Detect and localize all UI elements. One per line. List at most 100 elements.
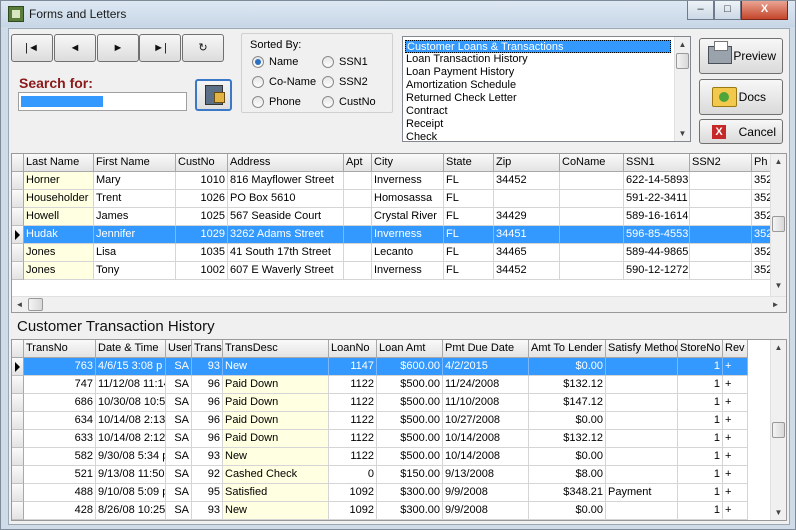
- sort-option-phone[interactable]: Phone: [252, 96, 301, 108]
- table-cell[interactable]: Paid Down: [223, 430, 329, 448]
- scroll-up-icon[interactable]: ▲: [675, 37, 690, 52]
- table-cell[interactable]: 1025: [176, 208, 228, 226]
- history-vscroll[interactable]: ▲ ▼: [770, 340, 786, 520]
- table-cell[interactable]: $0.00: [529, 412, 606, 430]
- table-cell[interactable]: $8.00: [529, 466, 606, 484]
- table-cell[interactable]: 10/14/08 2:12 p: [96, 430, 166, 448]
- table-cell[interactable]: 34465: [494, 244, 560, 262]
- table-cell[interactable]: Paid Down: [223, 376, 329, 394]
- table-cell[interactable]: $0.00: [529, 502, 606, 520]
- table-cell[interactable]: Mary: [94, 172, 176, 190]
- table-cell[interactable]: 9/13/2008: [443, 466, 529, 484]
- table-cell[interactable]: 1: [678, 502, 723, 520]
- table-cell[interactable]: 95: [192, 484, 223, 502]
- find-button[interactable]: [195, 79, 232, 111]
- forms-list-item[interactable]: Returned Check Letter: [406, 92, 517, 105]
- customers-hscroll[interactable]: ◄ ►: [12, 296, 786, 312]
- table-cell[interactable]: Tony: [94, 262, 176, 280]
- table-cell[interactable]: 1010: [176, 172, 228, 190]
- table-cell[interactable]: [690, 262, 752, 280]
- table-cell[interactable]: SA: [166, 376, 192, 394]
- table-cell[interactable]: Paid Down: [223, 412, 329, 430]
- column-header[interactable]: CustNo: [176, 154, 228, 172]
- table-cell[interactable]: New: [223, 502, 329, 520]
- table-cell[interactable]: Payment: [606, 484, 678, 502]
- table-cell[interactable]: [560, 244, 624, 262]
- table-cell[interactable]: 1092: [329, 502, 377, 520]
- table-cell[interactable]: Horner: [24, 172, 94, 190]
- table-cell[interactable]: [690, 172, 752, 190]
- table-cell[interactable]: 11/10/2008: [443, 394, 529, 412]
- column-header[interactable]: State: [444, 154, 494, 172]
- scroll-up-icon[interactable]: ▲: [771, 154, 786, 169]
- table-cell[interactable]: $150.00: [377, 466, 443, 484]
- table-cell[interactable]: Cashed Check: [223, 466, 329, 484]
- table-cell[interactable]: Inverness: [372, 172, 444, 190]
- forms-list-item[interactable]: Customer Loans & Transactions: [405, 40, 671, 53]
- row-indicator[interactable]: [12, 502, 24, 520]
- table-cell[interactable]: FL: [444, 262, 494, 280]
- column-header[interactable]: Satisfy Method: [606, 340, 678, 358]
- table-cell[interactable]: 1: [678, 430, 723, 448]
- forms-list-item[interactable]: Loan Transaction History: [406, 53, 528, 66]
- row-indicator[interactable]: [12, 430, 24, 448]
- column-header[interactable]: Apt: [344, 154, 372, 172]
- row-indicator[interactable]: [12, 208, 24, 226]
- scroll-down-icon[interactable]: ▼: [675, 126, 690, 141]
- column-header[interactable]: First Name: [94, 154, 176, 172]
- table-cell[interactable]: [606, 430, 678, 448]
- table-cell[interactable]: +: [723, 376, 748, 394]
- table-cell[interactable]: Jennifer: [94, 226, 176, 244]
- table-cell[interactable]: 1122: [329, 448, 377, 466]
- table-cell[interactable]: $147.12: [529, 394, 606, 412]
- forms-list-item[interactable]: Loan Payment History: [406, 66, 514, 79]
- table-cell[interactable]: 96: [192, 412, 223, 430]
- table-cell[interactable]: 590-12-1272: [624, 262, 690, 280]
- sort-option-ssn2[interactable]: SSN2: [322, 76, 368, 88]
- table-cell[interactable]: 9/10/08 5:09 p: [96, 484, 166, 502]
- column-header[interactable]: City: [372, 154, 444, 172]
- table-cell[interactable]: Homosassa: [372, 190, 444, 208]
- search-input[interactable]: [18, 92, 187, 111]
- forms-list-scrollbar[interactable]: ▲ ▼: [674, 37, 690, 141]
- table-cell[interactable]: 4/6/15 3:08 p: [96, 358, 166, 376]
- table-cell[interactable]: [606, 448, 678, 466]
- table-cell[interactable]: $300.00: [377, 484, 443, 502]
- row-indicator[interactable]: [12, 448, 24, 466]
- table-cell[interactable]: SA: [166, 430, 192, 448]
- maximize-button[interactable]: □: [714, 1, 741, 20]
- row-indicator[interactable]: [12, 484, 24, 502]
- customers-grid[interactable]: Last Name First Name CustNo Address Apt City S…: [11, 153, 787, 313]
- column-header[interactable]: Loan Amt: [377, 340, 443, 358]
- table-cell[interactable]: 0: [329, 466, 377, 484]
- table-cell[interactable]: $600.00: [377, 358, 443, 376]
- table-cell[interactable]: [560, 172, 624, 190]
- previous-record-button[interactable]: ◄: [54, 34, 96, 62]
- table-cell[interactable]: [560, 208, 624, 226]
- table-cell[interactable]: 93: [192, 502, 223, 520]
- column-header[interactable]: Zip: [494, 154, 560, 172]
- table-cell[interactable]: [606, 502, 678, 520]
- table-cell[interactable]: $500.00: [377, 430, 443, 448]
- table-cell[interactable]: FL: [444, 208, 494, 226]
- table-cell[interactable]: 589-44-9865: [624, 244, 690, 262]
- column-header[interactable]: Pmt Due Date: [443, 340, 529, 358]
- table-cell[interactable]: 41 South 17th Street: [228, 244, 344, 262]
- table-cell[interactable]: +: [723, 394, 748, 412]
- table-cell[interactable]: [344, 262, 372, 280]
- table-cell[interactable]: SA: [166, 502, 192, 520]
- column-header[interactable]: CoName: [560, 154, 624, 172]
- table-cell[interactable]: 9/30/08 5:34 p: [96, 448, 166, 466]
- table-cell[interactable]: 607 E Waverly Street: [228, 262, 344, 280]
- table-cell[interactable]: 622-14-5893: [624, 172, 690, 190]
- table-cell[interactable]: 34429: [494, 208, 560, 226]
- table-cell[interactable]: $132.12: [529, 430, 606, 448]
- table-cell[interactable]: 428: [24, 502, 96, 520]
- column-header[interactable]: Trans: [192, 340, 223, 358]
- table-cell[interactable]: FL: [444, 172, 494, 190]
- row-indicator[interactable]: [12, 394, 24, 412]
- forms-list-item[interactable]: Contract: [406, 105, 448, 118]
- column-header[interactable]: SSN1: [624, 154, 690, 172]
- table-cell[interactable]: 93: [192, 448, 223, 466]
- row-indicator[interactable]: [12, 190, 24, 208]
